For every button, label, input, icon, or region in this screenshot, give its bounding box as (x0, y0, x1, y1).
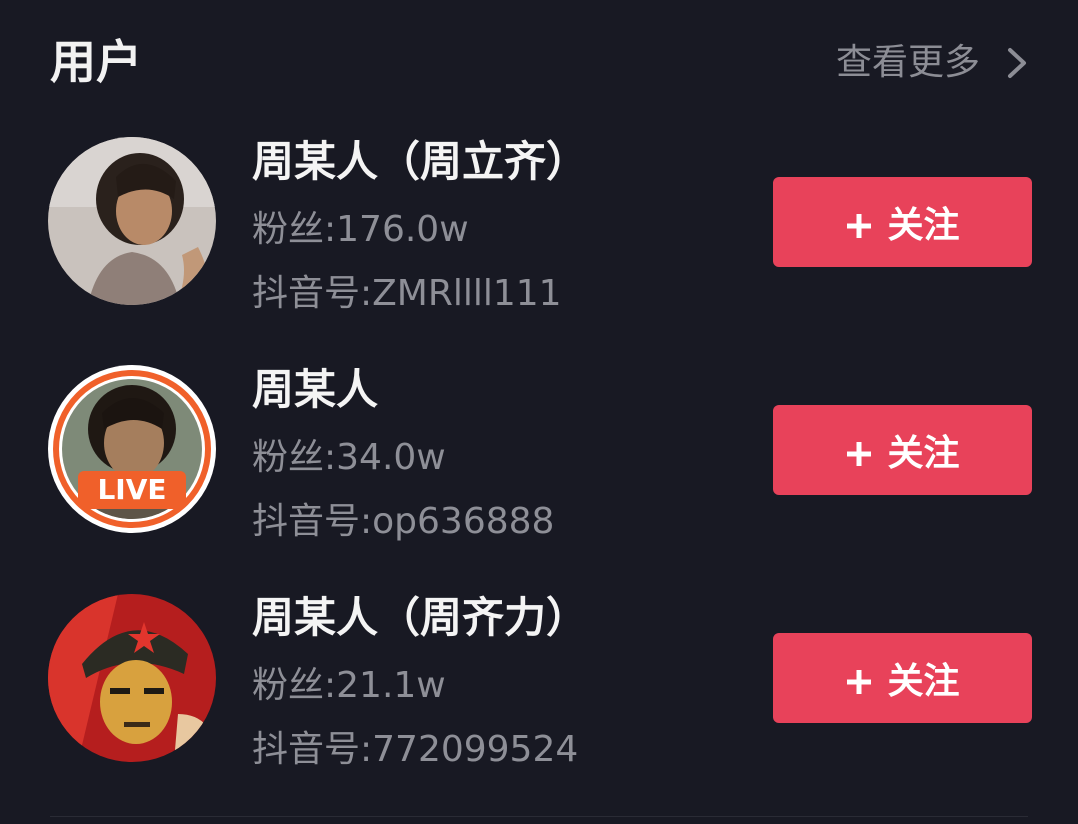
user-name: 周某人（周齐力） (252, 593, 589, 642)
plus-icon (845, 208, 873, 238)
user-search-results-panel: 用户 查看更多 周某人（周立齐） 粉丝:176.0w 抖音号:ZMRllll11… (0, 0, 1078, 824)
see-more-link[interactable]: 查看更多 (836, 36, 1032, 90)
follow-button[interactable]: 关注 (773, 633, 1032, 723)
douyin-id: 抖音号:ZMRllll111 (252, 273, 562, 314)
douyin-id: 抖音号:op636888 (252, 501, 555, 542)
follow-label: 关注 (887, 661, 960, 702)
see-more-label: 查看更多 (835, 42, 980, 83)
live-badge: LIVE (78, 471, 186, 509)
user-name: 周某人 (252, 365, 379, 414)
divider (50, 816, 1028, 817)
user-name: 周某人（周立齐） (252, 137, 589, 186)
plus-icon (845, 664, 873, 694)
follow-label: 关注 (887, 205, 960, 246)
follow-label: 关注 (887, 433, 960, 474)
section-title: 用户 (50, 35, 142, 89)
user-row[interactable]: 周某人（周齐力） 粉丝:21.1w 抖音号:772099524 关注 (0, 576, 1078, 776)
follow-button[interactable]: 关注 (773, 177, 1032, 267)
plus-icon (845, 436, 873, 466)
user-row[interactable]: 周某人（周立齐） 粉丝:176.0w 抖音号:ZMRllll111 关注 (0, 120, 1078, 320)
douyin-id: 抖音号:772099524 (252, 729, 579, 770)
avatar[interactable] (48, 137, 216, 305)
chevron-right-icon (1002, 36, 1032, 90)
fans-count: 粉丝:34.0w (252, 437, 446, 478)
follow-button[interactable]: 关注 (773, 405, 1032, 495)
live-avatar[interactable]: LIVE (46, 363, 218, 535)
fans-count: 粉丝:176.0w (252, 209, 469, 250)
user-row[interactable]: LIVE 周某人 粉丝:34.0w 抖音号:op636888 关注 (0, 348, 1078, 548)
avatar[interactable] (48, 594, 216, 762)
fans-count: 粉丝:21.1w (252, 665, 446, 706)
